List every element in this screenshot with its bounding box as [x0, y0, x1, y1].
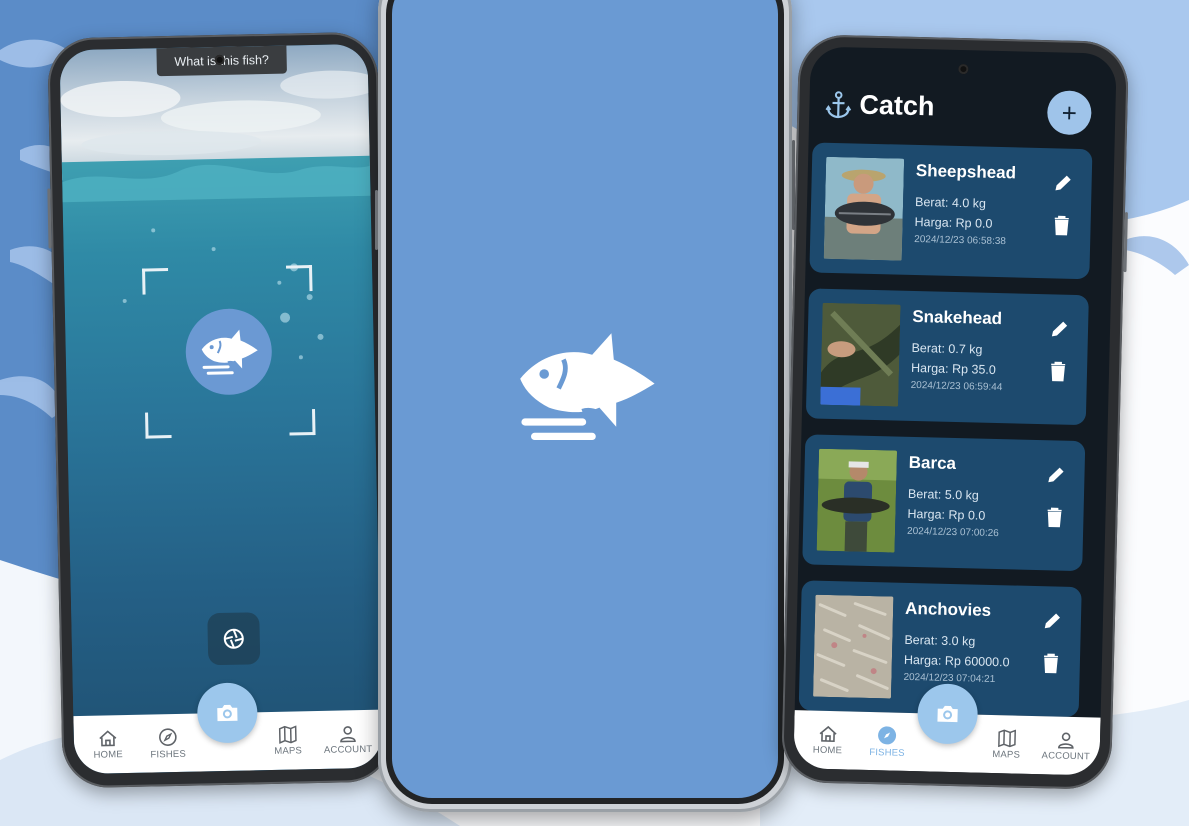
catch-header: Catch	[825, 89, 935, 123]
catch-screen: Catch + Sheepshead Berat: 4.0 kg Harga: …	[793, 46, 1117, 776]
nav-account[interactable]: ACCOUNT	[1036, 730, 1096, 762]
catch-weight: Berat: 4.0 kg	[914, 194, 987, 211]
account-icon	[340, 725, 356, 742]
nav-fishes-label: FISHES	[869, 746, 905, 759]
add-catch-button[interactable]: +	[1046, 90, 1092, 136]
nav-fishes[interactable]: FISHES	[138, 726, 199, 760]
nav-account-label: ACCOUNT	[1041, 749, 1091, 762]
catch-photo	[820, 302, 901, 407]
nav-fishes[interactable]: FISHES	[857, 724, 917, 758]
frame-corner	[145, 412, 172, 439]
catch-photo	[816, 448, 898, 553]
scanner-screen: What is this fish? HOME FISHES MAPS ACCO…	[59, 43, 383, 775]
catch-name: Anchovies	[904, 598, 992, 620]
account-icon	[1058, 732, 1074, 749]
catch-price: Harga: Rp 0.0	[907, 506, 986, 523]
trash-icon[interactable]	[1052, 214, 1071, 236]
camera-icon	[937, 705, 958, 723]
frame-corner	[285, 265, 313, 292]
map-icon	[278, 724, 297, 744]
catch-card[interactable]: Snakehead Berat: 0.7 kg Harga: Rp 35.0 2…	[805, 288, 1089, 426]
catch-name: Sheepshead	[915, 160, 1017, 183]
frame-corner	[142, 268, 169, 295]
catch-price: Harga: Rp 60000.0	[903, 652, 1010, 670]
pencil-icon[interactable]	[1044, 464, 1067, 487]
nav-maps-label: MAPS	[992, 748, 1021, 761]
underwater-background	[61, 155, 383, 775]
side-button	[47, 188, 52, 249]
scan-frame	[142, 265, 316, 439]
frame-corner	[289, 409, 316, 436]
catch-weight: Berat: 5.0 kg	[907, 486, 980, 503]
page-title: Catch	[859, 89, 935, 122]
home-icon	[99, 729, 117, 746]
phone-splash	[375, 0, 795, 812]
scan-badge[interactable]	[184, 307, 273, 396]
nav-home-label: HOME	[812, 744, 843, 756]
nav-account-label: ACCOUNT	[323, 743, 373, 756]
map-icon	[997, 728, 1016, 747]
pencil-icon[interactable]	[1048, 318, 1071, 341]
pencil-icon[interactable]	[1051, 172, 1074, 195]
phone-scanner: What is this fish? HOME FISHES MAPS ACCO…	[47, 31, 393, 789]
catch-weight: Berat: 0.7 kg	[911, 340, 983, 357]
nav-home[interactable]: HOME	[798, 724, 858, 756]
catch-price: Harga: Rp 0.0	[914, 214, 993, 231]
nav-maps[interactable]: MAPS	[976, 728, 1036, 760]
nav-account[interactable]: ACCOUNT	[318, 723, 379, 755]
catch-name: Snakehead	[912, 306, 1003, 329]
nav-home-label: HOME	[93, 748, 123, 761]
catch-card[interactable]: Sheepshead Berat: 4.0 kg Harga: Rp 0.0 2…	[809, 142, 1093, 280]
water-surface-image	[62, 164, 371, 360]
fish-logo-icon	[520, 333, 655, 440]
anchor-icon	[825, 90, 852, 118]
compass-icon	[159, 727, 177, 746]
catch-photo	[813, 594, 894, 699]
catch-date: 2024/12/23 07:00:26	[906, 525, 999, 540]
home-icon	[819, 725, 837, 742]
catch-price: Harga: Rp 35.0	[910, 360, 996, 377]
camera-icon	[217, 704, 238, 722]
catch-weight: Berat: 3.0 kg	[904, 632, 976, 649]
catch-name: Barca	[908, 452, 957, 474]
trash-icon[interactable]	[1045, 506, 1064, 528]
phone-catch: Catch + Sheepshead Berat: 4.0 kg Harga: …	[780, 34, 1130, 790]
catch-photo	[823, 156, 905, 261]
shutter-icon	[223, 628, 244, 649]
catch-date: 2024/12/23 06:58:38	[914, 233, 1007, 248]
nav-fishes-label: FISHES	[150, 748, 187, 761]
nav-home[interactable]: HOME	[78, 728, 139, 760]
pencil-icon[interactable]	[1041, 610, 1064, 633]
trash-icon[interactable]	[1042, 652, 1061, 674]
nav-maps-label: MAPS	[274, 744, 303, 757]
nav-maps[interactable]: MAPS	[258, 724, 319, 757]
catch-card[interactable]: Barca Berat: 5.0 kg Harga: Rp 0.0 2024/1…	[802, 434, 1086, 572]
catch-date: 2024/12/23 06:59:44	[910, 379, 1003, 394]
compass-icon	[878, 725, 897, 744]
front-camera	[958, 63, 969, 75]
shutter-button[interactable]	[207, 612, 261, 666]
trash-icon[interactable]	[1049, 360, 1068, 382]
side-button	[375, 190, 378, 250]
splash-screen	[392, 0, 778, 798]
fish-logo-icon	[201, 329, 258, 375]
